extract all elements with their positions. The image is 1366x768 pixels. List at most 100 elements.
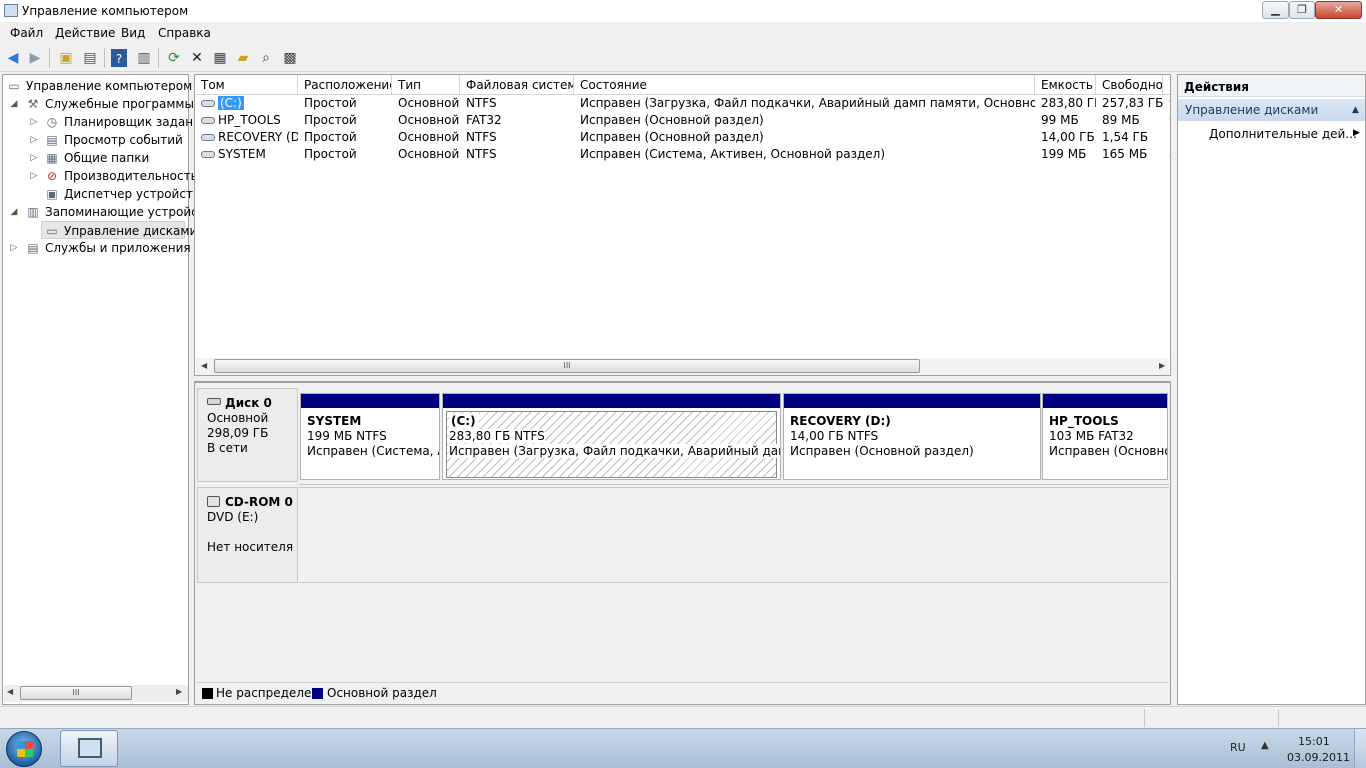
menu-view[interactable]: Вид [121,26,145,40]
column-header-filesystem[interactable]: Файловая система [460,75,574,95]
column-header-layout[interactable]: Расположение [298,75,392,95]
partition-c[interactable]: (C:) 283,80 ГБ NTFS Исправен (Загрузка, … [442,393,781,480]
actions-more[interactable]: Дополнительные дей... [1209,127,1357,141]
services-icon: ▤ [27,241,39,255]
collapsed-arrow-icon[interactable]: ▷ [29,167,39,185]
column-header-volume[interactable]: Том [195,75,298,95]
partition-bar [443,394,780,408]
maximize-button[interactable]: ❐ [1289,1,1315,19]
refresh-icon[interactable]: ⟳ [164,48,184,68]
collapse-arrow-icon[interactable]: ▲ [1352,99,1359,121]
tree-item-disk-management[interactable]: ▭ Управление дисками [41,221,197,239]
cdrom-name: CD-ROM 0 [225,495,293,509]
tree-horizontal-scrollbar[interactable]: ◀ III ▶ [4,685,188,702]
menu-help[interactable]: Справка [158,26,211,40]
taskbar-computer-management[interactable] [60,730,118,767]
table-row-cell-volume[interactable]: HP_TOOLS [195,112,298,129]
status-divider [1144,709,1145,727]
column-header-status[interactable]: Состояние [574,75,1035,95]
scroll-left-icon[interactable]: ◀ [201,361,207,370]
search-icon[interactable]: ⌕ [256,48,276,68]
partition-bar [301,394,439,408]
column-header-free[interactable]: Свободно [1096,75,1163,95]
table-row-cell-volume[interactable]: SYSTEM [195,146,298,163]
column-header-percent-free[interactable]: ( [1163,75,1170,95]
table-cell: NTFS [466,96,497,110]
clock-time[interactable]: 15:01 [1298,735,1330,748]
table-row-cell-volume[interactable]: RECOVERY (D:) [195,129,298,146]
cdrom-drive: DVD (E:) [207,510,259,524]
table-cell: Исправен (Основной раздел) [580,130,764,144]
table-row-cell-volume[interactable]: (C:) [195,95,298,112]
close-button[interactable]: ✕ [1315,1,1362,19]
menu-action[interactable]: Действие [55,26,115,40]
actions-more-label: Дополнительные дей... [1209,127,1357,141]
back-icon[interactable]: ◀ [3,48,23,68]
column-header-capacity[interactable]: Емкость [1035,75,1096,95]
tools-icon: ⚒ [27,97,39,111]
volume-icon [201,134,215,141]
show-tree-icon[interactable]: ▤ [80,48,100,68]
scroll-right-icon[interactable]: ▶ [1159,361,1165,370]
collapsed-arrow-icon[interactable]: ▷ [29,131,39,149]
volume-name: SYSTEM [218,147,266,161]
table-cell: Основной [398,96,460,110]
cdrom-status: Нет носителя [207,540,294,554]
taskbar: RU ▲ 15:01 03.09.2011 [0,728,1366,768]
storage-icon: ▥ [27,205,39,219]
actions-group-disk-management[interactable]: Управление дисками ▲ [1178,99,1365,121]
column-header-type[interactable]: Тип [392,75,460,95]
minimize-button[interactable]: ▁ [1262,1,1289,19]
table-cell: Простой [304,96,357,110]
disk-icon [207,398,221,405]
disk-wizard-icon[interactable]: ▩ [280,48,300,68]
collapsed-arrow-icon[interactable]: ▷ [9,239,19,257]
scroll-right-icon[interactable]: ▶ [176,687,182,696]
partition-size: 14,00 ГБ NTFS [790,429,879,443]
table-cell: 9 [1163,112,1170,129]
clock-icon: ◷ [46,115,58,129]
menu-file[interactable]: Файл [10,26,43,40]
partition-hp-tools[interactable]: HP_TOOLS 103 МБ FAT32 Исправен (Основно [1042,393,1168,480]
table-horizontal-scrollbar[interactable]: ◀ III ▶ [196,358,1169,375]
scroll-left-icon[interactable]: ◀ [7,687,13,696]
partition-recovery[interactable]: RECOVERY (D:) 14,00 ГБ NTFS Исправен (Ос… [783,393,1041,480]
delete-icon[interactable]: ✕ [187,48,207,68]
clock-date[interactable]: 03.09.2011 [1287,751,1350,764]
partition-size: 283,80 ГБ NTFS [449,429,545,443]
collapsed-arrow-icon[interactable]: ▷ [29,149,39,167]
open-icon[interactable]: ▰ [233,48,253,68]
toolbar-separator [104,48,105,68]
actions-title: Действия [1178,75,1365,97]
status-bar [0,706,1366,728]
expanded-arrow-icon[interactable]: ◢ [9,203,19,221]
tree-item-label: Управление компьютером (л [26,79,209,93]
help-icon[interactable]: ? [111,49,127,67]
table-scroll-thumb[interactable]: III [214,359,920,373]
show-hidden-icons-icon[interactable]: ▲ [1261,740,1269,751]
table-cell: 89 МБ [1102,113,1140,127]
forward-icon[interactable]: ▶ [25,48,45,68]
table-cell: Основной [398,113,460,127]
table-cell: 99 МБ [1041,113,1079,127]
language-indicator[interactable]: RU [1230,741,1246,754]
expanded-arrow-icon[interactable]: ◢ [9,95,19,113]
tree-item-label: Служебные программы [45,97,194,111]
partition-system[interactable]: SYSTEM 199 МБ NTFS Исправен (Система, Ак [300,393,440,480]
tree-item-label: Запоминающие устройст [45,205,205,219]
show-desktop-button[interactable] [1354,729,1366,768]
collapsed-arrow-icon[interactable]: ▷ [29,113,39,131]
disk-management-icon: ▭ [46,224,58,238]
device-manager-icon: ▣ [46,187,58,201]
legend: Не распределен Основной раздел [196,682,1169,703]
partition-name: (C:) [449,414,478,428]
cdrom-0-label[interactable]: CD-ROM 0 DVD (E:) Нет носителя [197,487,298,583]
properties-icon[interactable]: ▦ [210,48,230,68]
tree-scroll-thumb[interactable]: III [20,686,132,700]
show-actions-icon[interactable]: ▥ [134,48,154,68]
disk-0-label[interactable]: Диск 0 Основной 298,09 ГБ В сети [197,388,298,482]
start-button[interactable] [6,731,42,767]
up-folder-icon[interactable]: ▣ [56,48,76,68]
submenu-arrow-icon[interactable]: ▶ [1353,128,1360,138]
table-cell: 8 [1163,146,1170,163]
